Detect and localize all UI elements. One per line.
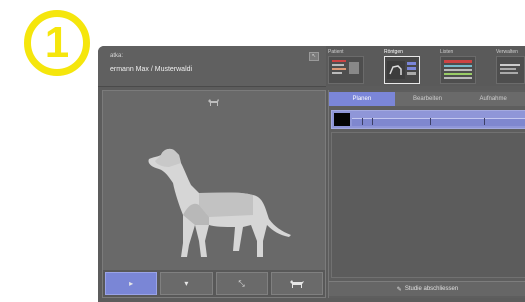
- mode-label: Röntgen: [384, 49, 403, 55]
- dog-body-icon: [289, 279, 304, 288]
- dog-anatomy-figure[interactable]: [139, 141, 291, 261]
- dog-limbs-icon: ⤡: [238, 278, 245, 288]
- dog-icon: [208, 99, 219, 106]
- mode-label: Verwalten: [496, 49, 518, 55]
- timeline-tick: [362, 118, 363, 125]
- manage-thumbnail-icon: [496, 56, 525, 84]
- view-button-body[interactable]: [270, 272, 323, 295]
- timeline-band: [352, 118, 525, 126]
- timeline-tick: [372, 118, 373, 125]
- view-selector-bar: ▸ ▾ ⤡: [103, 270, 325, 297]
- patient-thumbnail-icon: [328, 56, 364, 84]
- mode-label: Patient: [328, 49, 344, 55]
- timeline-tick: [484, 118, 485, 125]
- mode-lists[interactable]: Listen: [440, 49, 476, 85]
- xray-thumbnail-icon: [384, 56, 420, 84]
- study-tabs: Planen Bearbeiten Aufnahme: [329, 92, 525, 106]
- mode-patient[interactable]: Patient: [328, 49, 364, 85]
- tab-plan[interactable]: Planen: [329, 92, 395, 106]
- mode-tabs: Patient Röntgen Listen Verwalten: [326, 46, 525, 86]
- step-number-badge: 1: [24, 10, 90, 76]
- finish-study-button[interactable]: ✎ Studie abschliessen: [329, 281, 525, 296]
- dog-head-lateral-icon: ▸: [129, 279, 134, 288]
- tab-acquire[interactable]: Aufnahme: [460, 92, 525, 106]
- pencil-icon: ✎: [396, 286, 402, 293]
- image-thumbnail[interactable]: [334, 113, 350, 126]
- patient-name[interactable]: ermann Max / Musterwaldi: [110, 66, 192, 73]
- patient-header: atka: ermann Max / Musterwaldi ↖: [98, 46, 326, 87]
- lists-thumbnail-icon: [440, 56, 476, 84]
- patient-search-button[interactable]: ↖: [309, 52, 319, 61]
- app-window: atka: ermann Max / Musterwaldi ↖ Patient…: [98, 46, 525, 302]
- patient-label: atka:: [110, 53, 124, 59]
- exposure-timeline[interactable]: [331, 110, 525, 129]
- timeline-tick: [430, 118, 431, 125]
- finish-study-label: Studie abschliessen: [404, 286, 459, 292]
- view-button-head-front[interactable]: ▾: [160, 272, 213, 295]
- image-list-area: [331, 132, 525, 278]
- mode-label: Listen: [440, 49, 454, 55]
- view-button-head-lateral[interactable]: ▸: [105, 272, 158, 295]
- view-button-limbs[interactable]: ⤡: [215, 272, 268, 295]
- mode-manage[interactable]: Verwalten: [496, 49, 525, 85]
- animal-view-panel: ▸ ▾ ⤡: [102, 90, 326, 298]
- study-panel: Planen Bearbeiten Aufnahme ✎ Studie absc…: [328, 90, 525, 298]
- tab-edit[interactable]: Bearbeiten: [395, 92, 461, 106]
- mode-xray[interactable]: Röntgen: [384, 49, 420, 85]
- dog-head-front-icon: ▾: [184, 279, 189, 288]
- arrow-icon: ↖: [311, 53, 317, 59]
